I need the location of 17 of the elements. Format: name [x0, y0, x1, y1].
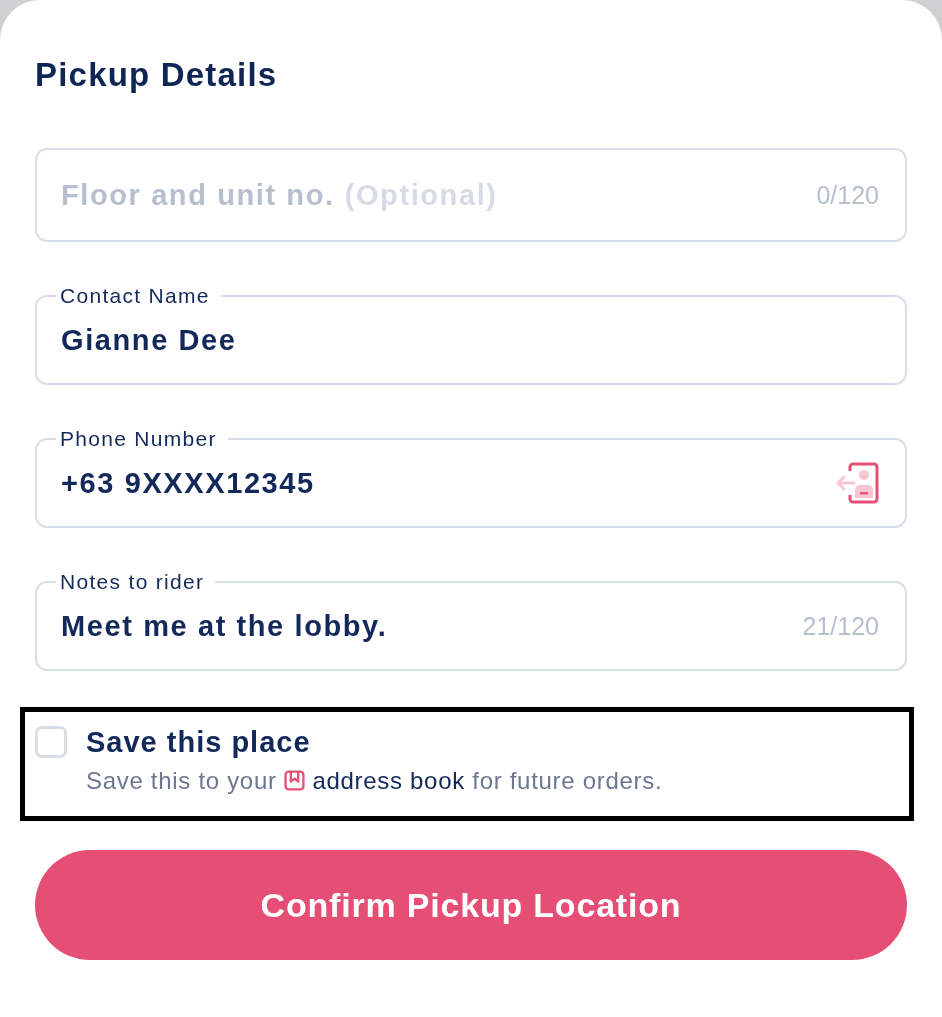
address-book-link[interactable]: address book [312, 767, 465, 794]
confirm-pickup-button[interactable]: Confirm Pickup Location [35, 850, 907, 960]
field-value: +63 9XXXX12345 [61, 466, 315, 500]
field-label: Phone Number [59, 427, 218, 451]
bookmark-icon [284, 770, 306, 791]
field-value: Meet me at the lobby. [61, 609, 388, 643]
field-label: Notes to rider [59, 570, 206, 594]
save-place-title: Save this place [86, 726, 312, 758]
field-value: Gianne Dee [61, 323, 237, 357]
checkbox[interactable] [35, 726, 67, 758]
placeholder-text: Floor and unit no. [61, 178, 335, 212]
contact-picker-icon[interactable] [835, 462, 879, 504]
character-counter: 21/120 [802, 611, 879, 641]
character-counter: 0/120 [816, 180, 879, 210]
field-label: Contact Name [59, 284, 211, 308]
section-title: Pickup Details [35, 55, 279, 95]
save-place-description: Save this to your address book for future orders. [86, 766, 663, 796]
